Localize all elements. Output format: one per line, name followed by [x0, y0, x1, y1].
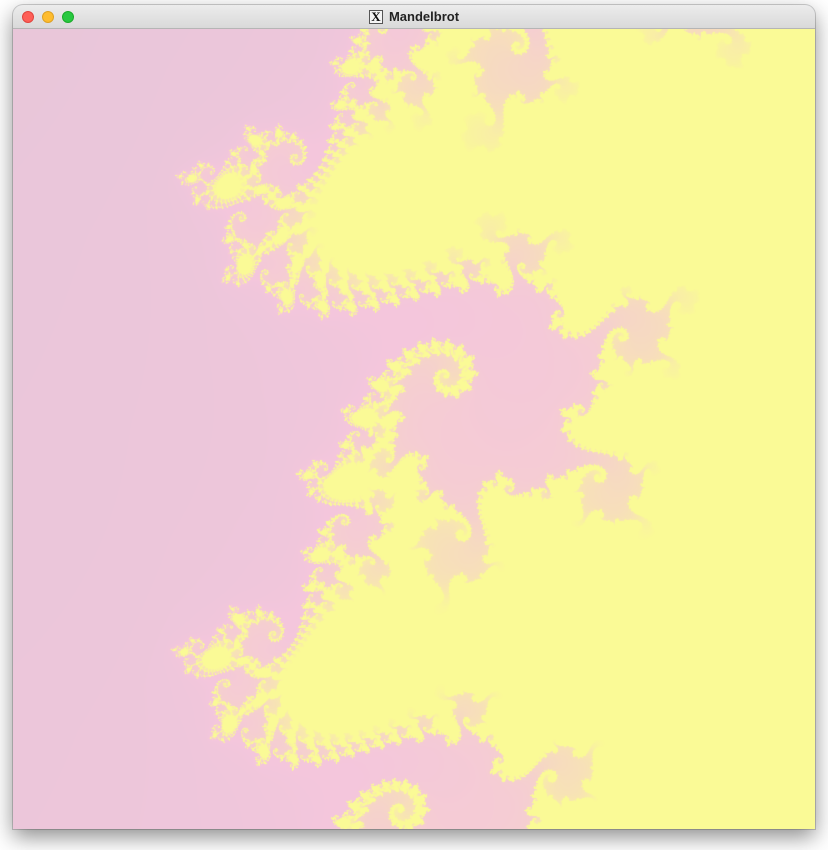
app-window: X Mandelbrot: [13, 5, 815, 829]
title-group: X Mandelbrot: [13, 5, 815, 28]
x11-app-icon: X: [368, 9, 383, 24]
zoom-button[interactable]: [62, 11, 74, 23]
mandelbrot-canvas[interactable]: [13, 29, 815, 829]
minimize-button[interactable]: [42, 11, 54, 23]
window-title: Mandelbrot: [388, 9, 460, 24]
title-bar[interactable]: X Mandelbrot: [13, 5, 815, 29]
close-button[interactable]: [22, 11, 34, 23]
